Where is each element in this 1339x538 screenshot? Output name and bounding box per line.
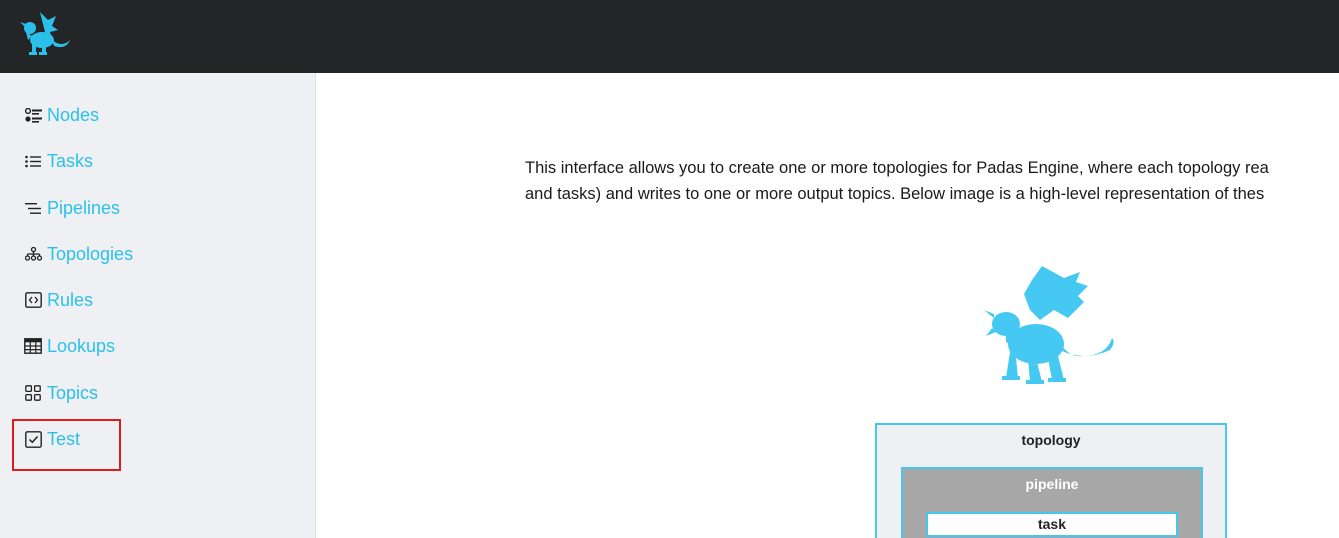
code-icon	[24, 291, 42, 309]
sidebar: Nodes Tasks Pipelines Topologies Rules L…	[0, 73, 316, 538]
top-header	[0, 0, 1339, 73]
sidebar-item-topologies[interactable]: Topologies	[24, 241, 133, 267]
task-box: task	[926, 512, 1178, 537]
pipeline-label: pipeline	[1025, 476, 1079, 492]
sidebar-item-tasks[interactable]: Tasks	[24, 148, 93, 174]
intro-line-2: and tasks) and writes to one or more out…	[525, 185, 1265, 203]
checkbox-icon	[24, 430, 42, 448]
sidebar-item-label: Lookups	[47, 335, 116, 356]
sidebar-item-lookups[interactable]: Lookups	[24, 333, 115, 359]
sidebar-item-label: Tasks	[47, 150, 94, 171]
table-icon	[24, 337, 42, 355]
sidebar-item-label: Nodes	[47, 104, 100, 125]
sidebar-item-test[interactable]: Test	[24, 426, 80, 452]
sidebar-item-label: Rules	[47, 289, 94, 310]
pipelines-icon	[24, 199, 42, 217]
intro-line-1: This interface allows you to create one …	[525, 159, 1269, 177]
sidebar-item-nodes[interactable]: Nodes	[24, 102, 99, 128]
padas-dragon-logo[interactable]	[18, 10, 72, 58]
sidebar-item-label: Topics	[47, 382, 99, 403]
intro-text: This interface allows you to create one …	[525, 155, 1339, 207]
sidebar-item-label: Pipelines	[47, 197, 121, 218]
sidebar-item-label: Topologies	[47, 243, 134, 264]
grid-icon	[24, 384, 42, 402]
sidebar-item-topics[interactable]: Topics	[24, 380, 98, 406]
padas-dragon-image	[984, 266, 1114, 384]
topology-box: topology pipeline task	[875, 423, 1227, 538]
sidebar-item-pipelines[interactable]: Pipelines	[24, 195, 120, 221]
hierarchy-icon	[24, 245, 42, 263]
list-icon	[24, 152, 42, 170]
pipeline-box: pipeline task	[901, 467, 1203, 538]
nodes-icon	[24, 106, 42, 124]
sidebar-item-rules[interactable]: Rules	[24, 287, 93, 313]
topology-label: topology	[1021, 432, 1081, 448]
main-content: This interface allows you to create one …	[316, 73, 1339, 538]
sidebar-item-label: Test	[47, 428, 81, 449]
task-label: task	[1037, 516, 1067, 532]
